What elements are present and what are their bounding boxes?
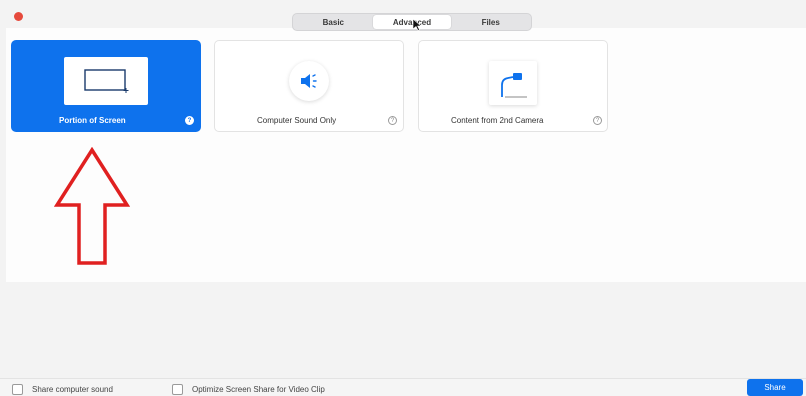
tab-basic[interactable]: Basic	[294, 15, 373, 29]
red-up-arrow-icon	[54, 147, 130, 265]
option-label: Portion of Screen	[59, 116, 126, 125]
help-icon[interactable]: ?	[593, 116, 602, 125]
share-computer-sound-label: Share computer sound	[32, 385, 113, 394]
footer-bar: Share computer sound Optimize Screen Sha…	[0, 378, 806, 396]
checkbox-box[interactable]	[12, 384, 23, 395]
share-screen-window: Basic Advanced Files Portion of Screen ?…	[0, 0, 806, 396]
tab-bar: Basic Advanced Files	[292, 13, 532, 31]
help-icon[interactable]: ?	[388, 116, 397, 125]
share-computer-sound-checkbox[interactable]: Share computer sound	[12, 384, 113, 395]
help-icon[interactable]: ?	[185, 116, 194, 125]
tab-files[interactable]: Files	[451, 15, 530, 29]
option-portion-of-screen[interactable]: Portion of Screen ?	[11, 40, 201, 132]
option-label: Computer Sound Only	[257, 116, 337, 125]
option-content-from-2nd-camera[interactable]: Content from 2nd Camera ?	[418, 40, 608, 132]
optimize-video-clip-checkbox[interactable]: Optimize Screen Share for Video Clip	[172, 384, 325, 395]
checkbox-box[interactable]	[172, 384, 183, 395]
option-computer-sound-only[interactable]: Computer Sound Only ?	[214, 40, 404, 132]
camera-icon	[489, 61, 537, 105]
option-label: Content from 2nd Camera	[451, 116, 544, 125]
share-button[interactable]: Share	[747, 379, 803, 396]
mouse-cursor-icon	[413, 19, 422, 31]
optimize-video-clip-label: Optimize Screen Share for Video Clip	[192, 385, 325, 394]
close-window-button[interactable]	[14, 12, 23, 21]
tab-advanced[interactable]: Advanced	[372, 15, 452, 29]
speaker-icon	[289, 61, 329, 101]
portion-of-screen-icon	[64, 57, 148, 105]
